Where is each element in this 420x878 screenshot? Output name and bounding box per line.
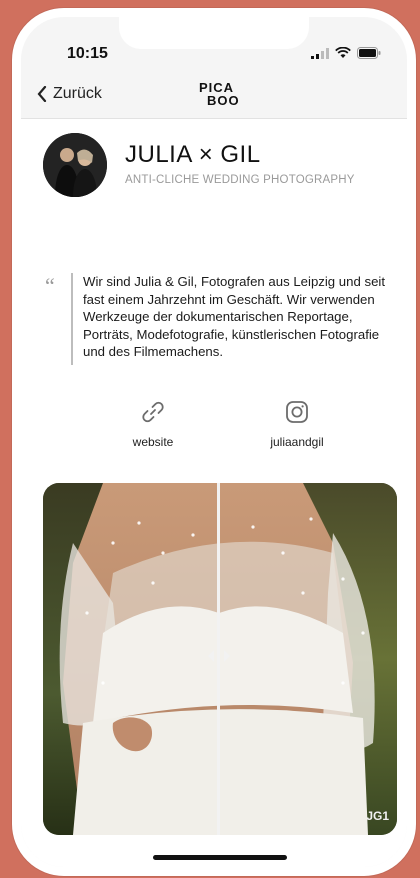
avatar <box>43 133 107 197</box>
status-time: 10:15 <box>67 45 108 62</box>
logo-line-2: BOO <box>207 93 240 108</box>
photo-watermark: JG1 <box>366 809 389 823</box>
website-label: website <box>132 435 174 449</box>
instagram-icon <box>286 401 308 423</box>
quote-mark: “ <box>45 273 55 298</box>
drag-arrows-icon <box>208 650 230 662</box>
avatar-photo <box>43 133 107 197</box>
profile-tagline: ANTI-CLICHE WEDDING PHOTOGRAPHY <box>125 174 355 186</box>
app-screen: 10:15 Zurück PICA BOO JULIA × GIL ANTI-C… <box>21 17 407 867</box>
status-bar: 10:15 <box>21 17 407 81</box>
back-button[interactable]: Zurück <box>37 85 102 103</box>
before-after-slider[interactable]: JG1 <box>43 483 397 835</box>
notch <box>119 17 309 49</box>
phone-frame: 10:15 Zurück PICA BOO JULIA × GIL ANTI-C… <box>12 8 416 876</box>
bio-text: Wir sind Julia & Gil, Fotografen aus Lei… <box>83 274 385 360</box>
website-link[interactable]: website <box>103 399 203 449</box>
instagram-link[interactable]: juliaandgil <box>247 399 347 449</box>
nav-bar: Zurück PICA BOO <box>21 73 407 119</box>
chevron-left-icon <box>37 86 47 102</box>
profile-name: JULIA × GIL <box>125 141 261 168</box>
wifi-icon <box>335 47 351 58</box>
instagram-label: juliaandgil <box>270 435 324 449</box>
battery-icon <box>357 47 381 59</box>
link-icon <box>142 401 164 423</box>
app-logo: PICA BOO <box>193 81 253 107</box>
status-icons <box>311 47 381 59</box>
quote-divider <box>71 273 73 365</box>
signal-icon <box>311 47 329 59</box>
back-label: Zurück <box>53 85 102 102</box>
home-indicator[interactable] <box>153 855 287 860</box>
